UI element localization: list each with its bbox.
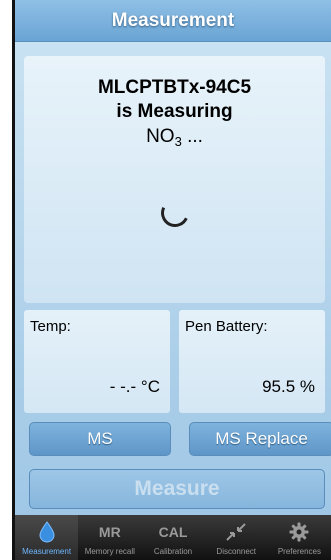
measurement-status-panel: MLCPTBTx-94C5 is Measuring NO3 ... xyxy=(24,56,325,303)
mr-icon: MR xyxy=(98,524,121,540)
tab-label-memory-recall: Memory recall xyxy=(84,547,135,556)
ms-replace-button[interactable]: MS Replace xyxy=(189,422,331,456)
disconnect-arrows-icon xyxy=(225,521,247,543)
tab-memory-recall[interactable]: MR Memory recall xyxy=(78,515,141,560)
title-bar: Measurement xyxy=(15,0,331,42)
measuring-status: is Measuring xyxy=(116,101,233,122)
temperature-box: Temp: - -.- °C xyxy=(24,310,170,413)
gear-icon xyxy=(289,521,309,543)
device-name: MLCPTBTx-94C5 xyxy=(97,77,252,98)
tab-preferences[interactable]: Preferences xyxy=(268,515,331,560)
page-title: Measurement xyxy=(111,9,235,31)
battery-label: Pen Battery: xyxy=(185,318,268,335)
tab-bar: Measurement MR Memory recall CAL Calibra… xyxy=(15,515,331,560)
measure-button[interactable]: Measure xyxy=(29,469,325,509)
ms-button[interactable]: MS xyxy=(29,422,171,456)
parameter-subscript: 3 xyxy=(174,134,182,149)
tab-disconnect[interactable]: Disconnect xyxy=(205,515,268,560)
tab-label-measurement: Measurement xyxy=(22,547,72,556)
temperature-label: Temp: xyxy=(30,318,71,335)
parameter-label: NO3 ... xyxy=(24,124,325,155)
tab-label-disconnect: Disconnect xyxy=(216,547,256,556)
parameter-main: NO xyxy=(146,126,175,147)
tab-label-calibration: Calibration xyxy=(153,547,193,556)
cal-icon: CAL xyxy=(158,524,188,540)
battery-box: Pen Battery: 95.5 % xyxy=(179,310,325,413)
tab-measurement[interactable]: Measurement xyxy=(15,515,79,560)
temperature-value: - -.- °C xyxy=(109,377,160,396)
tab-label-preferences: Preferences xyxy=(277,547,321,556)
tab-calibration[interactable]: CAL Calibration xyxy=(141,515,204,560)
parameter-suffix: ... xyxy=(181,126,203,147)
loading-spinner-icon xyxy=(157,195,193,231)
battery-value: 95.5 % xyxy=(262,377,315,396)
app-window: Measurement MLCPTBTx-94C5 is Measuring N… xyxy=(12,0,331,560)
water-drop-icon xyxy=(39,521,55,543)
